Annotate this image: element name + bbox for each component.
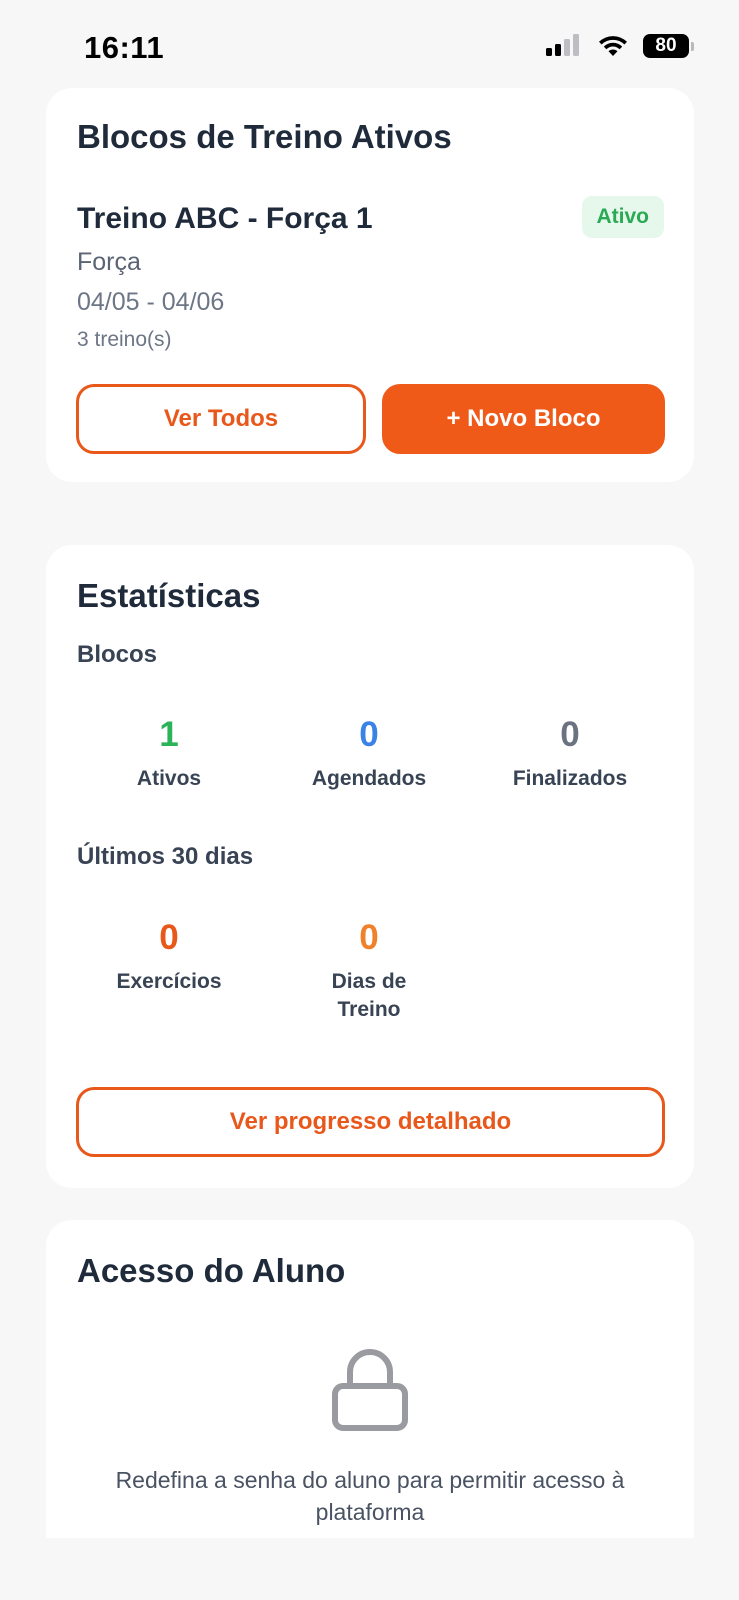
stat-exercises: 0 Exercícios [69, 918, 269, 996]
status-icons: 80 [545, 34, 694, 58]
student-access-title: Acesso do Aluno [77, 1252, 346, 1289]
stat-finished-value: 0 [560, 715, 580, 754]
battery-cap [691, 42, 694, 51]
block-dates: 04/05 - 04/06 [77, 288, 225, 316]
access-message: Redefina a senha do aluno para permitir … [115, 1467, 625, 1525]
statistics-title: Estatísticas [77, 577, 261, 614]
stat-training-days: 0 Dias de Treino [269, 918, 469, 1024]
student-access-card: Acesso do Aluno Redefina a senha do alun… [46, 1220, 694, 1538]
stat-active-value: 1 [159, 715, 179, 754]
last30-section-label: Últimos 30 dias [77, 843, 254, 870]
stat-active-label: Ativos [136, 767, 202, 790]
lock-icon [332, 1349, 408, 1431]
status-badge: Ativo [581, 196, 664, 238]
stat-scheduled: 0 Agendados [269, 715, 469, 793]
stat-exercises-label: Exercícios [116, 970, 222, 993]
block-workout-count: 3 treino(s) [77, 328, 172, 351]
active-blocks-title: Blocos de Treino Ativos [77, 118, 452, 155]
battery-indicator: 80 [643, 34, 694, 58]
block-type: Força [77, 248, 141, 276]
stat-training-days-value: 0 [359, 918, 379, 957]
detailed-progress-button[interactable]: Ver progresso detalhado [76, 1087, 665, 1157]
stat-finished: 0 Finalizados [470, 715, 670, 793]
block-name[interactable]: Treino ABC - Força 1 [77, 202, 373, 236]
battery-level: 80 [655, 35, 677, 56]
stat-finished-label: Finalizados [512, 767, 628, 790]
status-time: 16:11 [84, 30, 165, 65]
stat-scheduled-label: Agendados [311, 767, 427, 790]
active-blocks-card: Blocos de Treino Ativos Treino ABC - For… [46, 88, 694, 482]
signal-icon [546, 34, 579, 56]
blocks-section-label: Blocos [77, 641, 158, 668]
status-bar: 16:11 80 [0, 0, 739, 90]
stat-scheduled-value: 0 [359, 715, 379, 754]
wifi-icon [599, 36, 627, 56]
view-all-button[interactable]: Ver Todos [76, 384, 366, 454]
stat-training-days-label: Dias de Treino [331, 970, 407, 1021]
stat-active: 1 Ativos [69, 715, 269, 793]
statistics-card: Estatísticas Blocos 1 Ativos 0 Agendados… [46, 545, 694, 1188]
new-block-button[interactable]: + Novo Bloco [382, 384, 665, 454]
stat-exercises-value: 0 [159, 918, 179, 957]
